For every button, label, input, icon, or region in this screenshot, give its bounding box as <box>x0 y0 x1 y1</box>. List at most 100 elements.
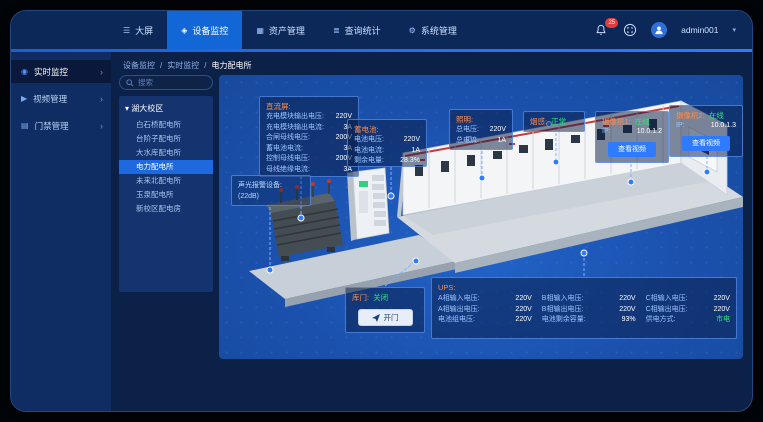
field-label: 合闸母线电压: <box>266 133 310 144</box>
field-label: C相输入电压: <box>646 294 688 305</box>
nav-item-statistics[interactable]: ≣ 查询统计 <box>319 11 395 49</box>
field-value: 1A <box>411 146 420 157</box>
status-badge: 正常 <box>551 116 566 127</box>
substation-tree: ▾ 湖大校区 白石桥配电所 台阶子配电所 大水库配电所 电力配电所 未来北配电所… <box>119 96 213 292</box>
sidebar-item-label: 实时监控 <box>34 66 68 78</box>
tree-node[interactable]: 玉泉配电所 <box>119 188 213 202</box>
field-label: 母线绝缘电流: <box>266 165 310 176</box>
sidebar-item-realtime-monitor[interactable]: ◉ 实时监控 › <box>11 60 111 83</box>
notification-badge: 25 <box>605 18 618 28</box>
field-value: 220V <box>490 125 506 136</box>
nav-label: 系统管理 <box>421 24 457 37</box>
dashboard-icon: ☰ <box>123 26 130 35</box>
field-value: 220V <box>404 135 420 146</box>
door-access-icon: ▤ <box>21 121 29 130</box>
person-icon <box>654 25 664 35</box>
field-label: 电池组电压: <box>438 315 475 326</box>
lighting-panel: 照明: 总电压:220V 总电流:1A <box>449 109 513 150</box>
assets-icon: ▦ <box>256 26 264 35</box>
panel-title: 直流屏: <box>266 101 352 112</box>
status-badge: 在线 <box>635 116 650 127</box>
send-icon <box>372 314 380 322</box>
nav-item-assets[interactable]: ▦ 资产管理 <box>242 11 319 49</box>
ups-panel: UPS: A相输入电压: 220V B相输入电压: 220V C相输入电压: 220V… <box>431 277 737 339</box>
field-value: 93% <box>622 315 636 326</box>
camera2-panel: 摄像机2: 在线 IP:10.0.1.3 查看视频 <box>669 105 743 157</box>
sound-alarm-value: (22dB) <box>238 191 304 202</box>
search-input[interactable] <box>138 78 206 87</box>
smoke-sensor-panel: 烟感: 正常 <box>523 111 585 132</box>
top-navbar: ☰ 大屏 ◈ 设备监控 ▦ 资产管理 ≣ 查询统计 ⚙ 系统管理 25 <box>11 11 752 49</box>
field-label: IP: <box>676 121 685 132</box>
view-video-button[interactable]: 查看视频 <box>608 142 656 157</box>
camera-ip: 10.0.1.3 <box>711 121 736 132</box>
field-label: 充电模块输出电流: <box>266 123 324 134</box>
fullscreen-icon[interactable] <box>623 23 637 37</box>
field-value: 220V <box>619 294 635 305</box>
nav-label: 资产管理 <box>269 24 305 37</box>
field-label: A相输入电压: <box>438 294 480 305</box>
breadcrumb-item[interactable]: 实时监控 <box>167 60 199 71</box>
app-window: ☰ 大屏 ◈ 设备监控 ▦ 资产管理 ≣ 查询统计 ⚙ 系统管理 25 <box>10 10 753 412</box>
notifications-button[interactable]: 25 <box>594 23 609 38</box>
field-label: 电池电压: <box>354 135 384 146</box>
username: admin001 <box>681 25 718 35</box>
door-status: 关闭 <box>373 292 388 303</box>
tree-node[interactable]: 大水库配电所 <box>119 146 213 160</box>
tree-node[interactable]: 新校区配电房 <box>119 202 213 216</box>
gear-icon: ⚙ <box>409 26 416 35</box>
field-value: 220V <box>619 305 635 316</box>
sidebar-item-label: 门禁管理 <box>35 120 69 132</box>
open-door-label: 开门 <box>384 312 399 323</box>
field-label: 总电流: <box>456 136 479 147</box>
field-label: 控制母线电压: <box>266 154 310 165</box>
field-label: C相输出电压: <box>646 305 688 316</box>
field-label: B相输入电压: <box>542 294 584 305</box>
sidebar-item-label: 视频管理 <box>33 93 67 105</box>
sound-alarm-title: 声光报警设备: <box>238 180 304 191</box>
nav-label: 大屏 <box>135 24 153 37</box>
chevron-right-icon: › <box>100 94 103 104</box>
panel-title: 蓄电池: <box>354 124 420 135</box>
breadcrumb: 设备监控 / 实时监控 / 电力配电所 <box>123 57 251 73</box>
tree-root-node[interactable]: ▾ 湖大校区 <box>119 101 213 118</box>
field-label: 充电模块输出电压: <box>266 112 324 123</box>
field-value: 28.3% <box>400 156 420 167</box>
panel-title: 库门: <box>352 292 369 303</box>
user-avatar[interactable] <box>651 22 667 38</box>
monitor-icon: ◈ <box>181 26 187 35</box>
topbar-right-cluster: 25 admin001 ▾ <box>594 22 752 38</box>
tree-node-selected[interactable]: 电力配电所 <box>119 160 213 174</box>
door-panel: 库门: 关闭 开门 <box>345 287 425 333</box>
field-label: 电池电流: <box>354 146 384 157</box>
view-video-button[interactable]: 查看视频 <box>682 136 730 151</box>
sidebar-item-video-management[interactable]: ▶ 视频管理 › <box>11 87 111 110</box>
nav-label: 查询统计 <box>345 24 381 37</box>
nav-label: 设备监控 <box>192 24 228 37</box>
sound-alarm-panel: 声光报警设备: (22dB) <box>231 175 311 206</box>
statistics-icon: ≣ <box>333 26 340 35</box>
tree-node[interactable]: 台阶子配电所 <box>119 132 213 146</box>
chevron-down-icon[interactable]: ▾ <box>732 26 736 34</box>
nav-item-device-monitor[interactable]: ◈ 设备监控 <box>167 11 242 49</box>
tree-node[interactable]: 白石桥配电所 <box>119 118 213 132</box>
breadcrumb-current: 电力配电所 <box>211 60 251 71</box>
open-door-button[interactable]: 开门 <box>358 309 413 326</box>
field-value: 220V <box>714 305 730 316</box>
nav-item-system[interactable]: ⚙ 系统管理 <box>395 11 471 49</box>
video-icon: ▶ <box>21 94 27 103</box>
field-label: 供电方式: <box>646 315 676 326</box>
field-label: 剩余电量: <box>354 156 384 167</box>
panel-title: UPS: <box>438 282 730 293</box>
camera1-panel: 摄像机1: 在线 IP:10.0.1.2 查看视频 <box>595 111 669 163</box>
sidebar-item-access-control[interactable]: ▤ 门禁管理 › <box>11 114 111 137</box>
tree-node[interactable]: 未来北配电所 <box>119 174 213 188</box>
panel-title: 烟感: <box>530 116 547 127</box>
nav-item-dashboard[interactable]: ☰ 大屏 <box>109 11 167 49</box>
field-value: 220V <box>714 294 730 305</box>
panel-title: 照明: <box>456 114 506 125</box>
field-label: 蓄电池电流: <box>266 144 303 155</box>
breadcrumb-item[interactable]: 设备监控 <box>123 60 155 71</box>
power-mode-value: 市电 <box>716 315 730 326</box>
panel-title: 摄像机2: <box>676 110 705 121</box>
